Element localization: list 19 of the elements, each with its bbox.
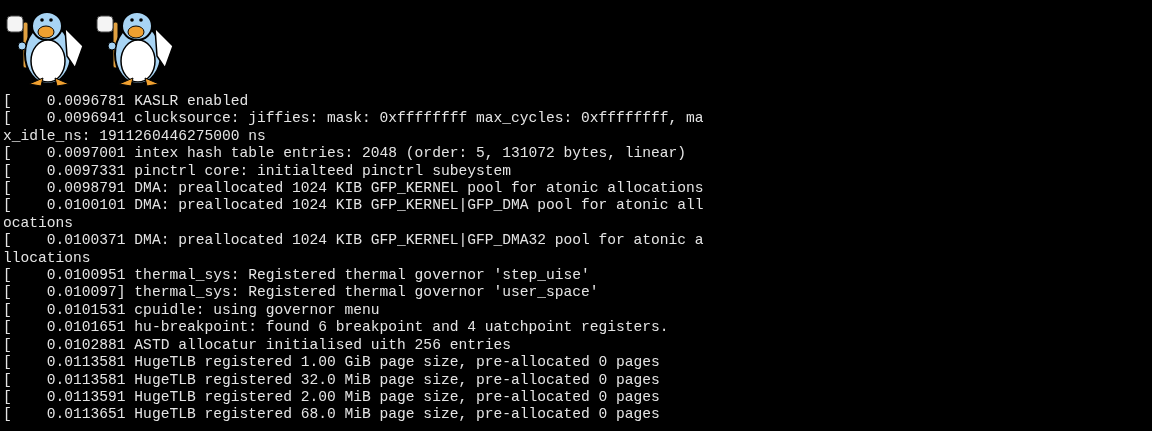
console-line: [ 0.0097331 pinctrl core: initialteed pinctrl subeystem	[3, 162, 511, 181]
console-line: [ 0.0096781 KASLR enabled	[3, 93, 249, 111]
console-line: [ 0.0100101 DMA: preallocated 1024 KIB GFP_KERNEL|GFP_DMA pool for atonic all	[3, 197, 704, 215]
console-line: [ 0.0100371 DMA: preallocated 1024 KIB GFP_KERNEL|GFP_DMA32 pool for atonic a	[3, 232, 704, 250]
console-line: [ 0.0113581 HugeTLB registered 1.00 GiB page size, pre-allocated 0 pages	[3, 354, 660, 372]
console-line: [ 0.0113651 HugeTLB registered 68.0 MiB page size, pre-allocated 0 pages	[3, 406, 660, 424]
console-line: [ 0.0097001 intex hash table entries: 2048 (order: 5, 131072 bytes, linear)	[3, 145, 687, 163]
console-line: ocations	[3, 214, 74, 233]
console-line: x_idle_ns: 1911260446275000 ns	[3, 127, 266, 146]
console-line: [ 0.0098791 DMA: preallocated 1024 KIB GFP_KERNEL pool for atonic allocations	[3, 180, 704, 198]
console-line: [ 0.0096941 clucksource: jiffies: mask: 0xffffffff max_cycles: 0xffffffff, ma	[3, 110, 704, 128]
console-line: [ 0.0113591 HugeTLB registered 2.00 MiB page size, pre-allocated 0 pages	[3, 388, 660, 407]
console-line: [ 0.0102881 ASTD allocatur initialised uith 256 entries	[3, 336, 511, 355]
console-line: [ 0.0100951 thermal_sys: Registered thermal governor 'step_uise'	[3, 267, 590, 285]
console-line: [ 0.010097] thermal_sys: Registered thermal governor 'user_space'	[3, 284, 599, 302]
console-line: [ 0.0113581 HugeTLB registered 32.0 MiB page size, pre-allocated 0 pages	[3, 371, 660, 389]
console-line: llocations	[3, 249, 91, 268]
console-line: [ 0.0101651 hu-breakpoint: found 6 breakpoint and 4 uatchpoint registers.	[3, 319, 669, 337]
console-line: [ 0.0101531 cpuidle: using governor menu	[3, 301, 380, 320]
